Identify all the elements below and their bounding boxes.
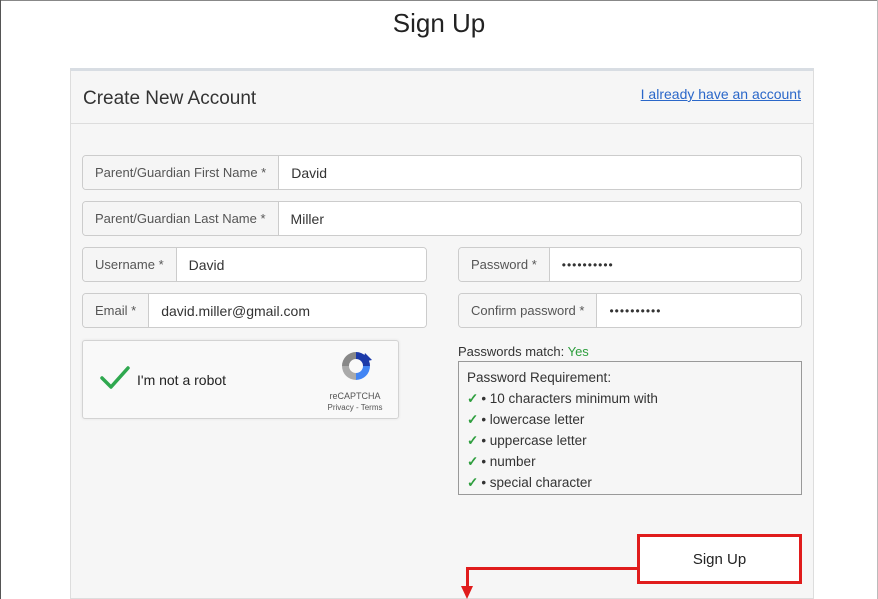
passwords-match-label: Passwords match: [458, 344, 565, 359]
confirm-password-field-group: Confirm password * [458, 293, 802, 328]
recaptcha-widget: I'm not a robot reCAPTCHA Privacy - Term… [82, 340, 399, 419]
annotation-arrow-stem [466, 567, 469, 587]
passwords-match-status: Passwords match: Yes [458, 344, 589, 359]
email-input[interactable] [149, 294, 426, 327]
recaptcha-checkbox[interactable] [99, 363, 131, 398]
check-icon: ✓ [467, 391, 479, 406]
password-input[interactable] [549, 248, 801, 281]
terms-link[interactable]: Terms [361, 403, 383, 412]
panel-header: Create New Account I already have an acc… [71, 71, 813, 124]
username-field-group: Username * [82, 247, 427, 282]
check-icon: ✓ [467, 475, 479, 490]
requirement-item: ✓ • uppercase letter [467, 430, 793, 451]
username-label: Username * [83, 248, 177, 281]
recaptcha-terms-links: Privacy - Terms [311, 403, 399, 412]
password-label: Password * [459, 248, 550, 281]
privacy-link[interactable]: Privacy [328, 403, 354, 412]
link-separator: - [353, 403, 361, 412]
requirement-text: • lowercase letter [481, 412, 585, 427]
panel-title: Create New Account [83, 88, 257, 109]
check-icon: ✓ [467, 433, 479, 448]
requirement-item: ✓ • lowercase letter [467, 409, 793, 430]
last-name-label: Parent/Guardian Last Name * [83, 202, 279, 235]
requirement-item: ✓ • 10 characters minimum with [467, 388, 793, 409]
annotation-arrow-head-icon [461, 586, 473, 599]
requirements-title: Password Requirement: [467, 370, 612, 385]
create-account-panel: Create New Account I already have an acc… [70, 68, 814, 599]
confirm-password-label: Confirm password * [459, 294, 598, 327]
email-label: Email * [83, 294, 150, 327]
recaptcha-brand: reCAPTCHA [329, 391, 381, 401]
requirement-text: • special character [481, 475, 592, 490]
requirement-item: ✓ • number [467, 451, 793, 472]
requirement-text: • 10 characters minimum with [481, 391, 658, 406]
requirement-text: • number [481, 454, 536, 469]
last-name-input[interactable] [278, 202, 801, 235]
username-input[interactable] [176, 248, 426, 281]
password-requirements-box: Password Requirement: ✓ • 10 characters m… [458, 361, 802, 495]
email-field-group: Email * [82, 293, 427, 328]
first-name-label: Parent/Guardian First Name * [83, 156, 280, 189]
check-icon: ✓ [467, 412, 479, 427]
sign-up-button[interactable]: Sign Up [637, 534, 802, 584]
password-field-group: Password * [458, 247, 802, 282]
check-icon [100, 366, 130, 389]
annotation-arrow-line [466, 567, 638, 570]
requirement-text: • uppercase letter [481, 433, 587, 448]
last-name-field-group: Parent/Guardian Last Name * [82, 201, 802, 236]
passwords-match-value: Yes [567, 344, 589, 359]
page-title: Sign Up [392, 8, 486, 38]
check-icon: ✓ [467, 454, 479, 469]
already-have-account-link[interactable]: I already have an account [641, 86, 801, 102]
confirm-password-input[interactable] [597, 294, 801, 327]
frame-top-border [0, 0, 878, 1]
recaptcha-label: I'm not a robot [137, 372, 227, 388]
frame-left-border [0, 0, 1, 599]
first-name-input[interactable] [279, 156, 801, 189]
first-name-field-group: Parent/Guardian First Name * [82, 155, 802, 190]
recaptcha-logo-icon [339, 349, 373, 388]
requirement-item: ✓ • special character [467, 472, 793, 493]
